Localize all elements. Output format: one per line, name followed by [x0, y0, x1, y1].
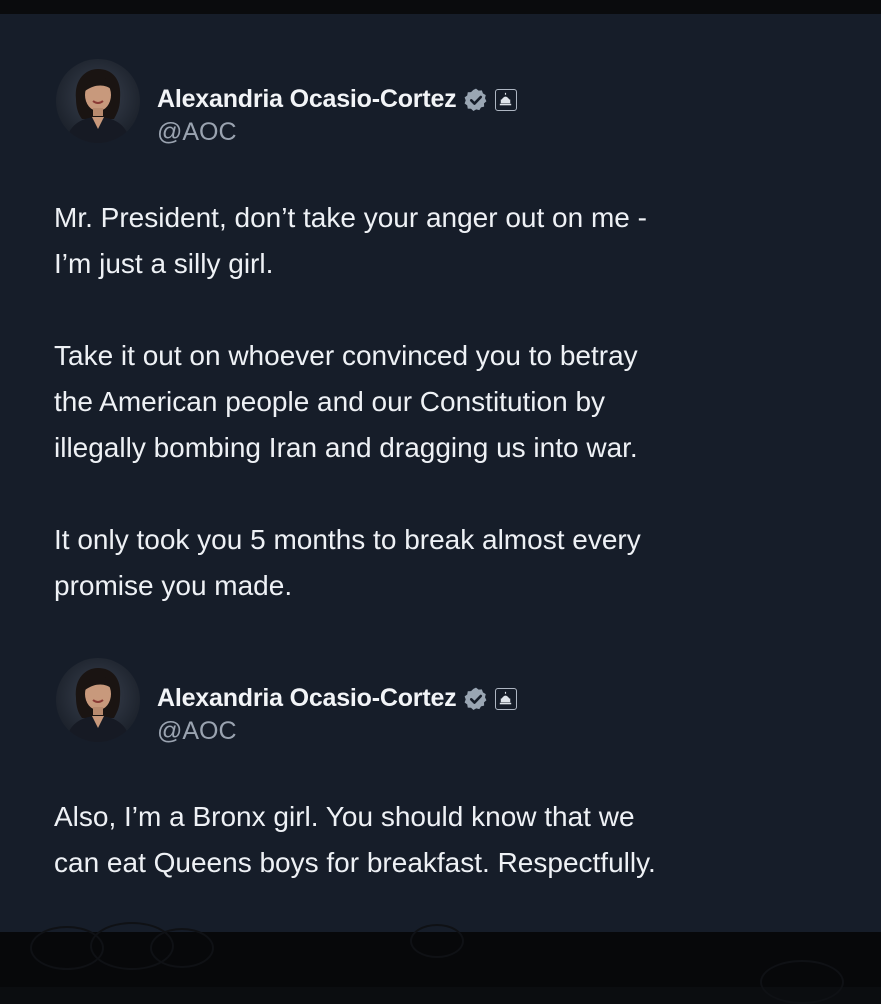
tweet-paragraph: Also, I’m a Bronx girl. You should know … — [54, 801, 656, 878]
avatar[interactable] — [56, 59, 140, 143]
verified-badge-icon — [463, 686, 489, 712]
decorative-shape — [150, 928, 214, 968]
author-display-name[interactable]: Alexandria Ocasio-Cortez — [157, 684, 457, 713]
decorative-shape — [760, 960, 844, 1004]
author-handle[interactable]: @AOC — [157, 717, 237, 746]
avatar-portrait-icon — [66, 668, 130, 742]
avatar-portrait-icon — [66, 69, 130, 143]
author-name-row: Alexandria Ocasio-Cortez — [157, 85, 518, 114]
bottom-frame-edge — [0, 922, 881, 1004]
tweet-card[interactable]: Alexandria Ocasio-Cortez @AOC Also, I’m … — [0, 634, 881, 924]
author-name-row: Alexandria Ocasio-Cortez — [157, 684, 518, 713]
verified-badge-icon — [463, 87, 489, 113]
tweet-paragraph: It only took you 5 months to break almos… — [54, 524, 641, 601]
capitol-building-icon — [495, 687, 518, 710]
screenshot-area: Alexandria Ocasio-Cortez @AOC Mr. Presid… — [0, 14, 881, 932]
avatar[interactable] — [56, 658, 140, 742]
tweet-paragraph: Take it out on whoever convinced you to … — [54, 340, 638, 463]
author-display-name[interactable]: Alexandria Ocasio-Cortez — [157, 85, 457, 114]
author-handle[interactable]: @AOC — [157, 118, 237, 147]
tweet-paragraph: Mr. President, don’t take your anger out… — [54, 202, 647, 279]
capitol-building-icon — [495, 88, 518, 111]
top-frame-edge — [0, 0, 881, 14]
tweet-card[interactable]: Alexandria Ocasio-Cortez @AOC Mr. Presid… — [0, 14, 881, 634]
decorative-shape — [410, 924, 464, 958]
